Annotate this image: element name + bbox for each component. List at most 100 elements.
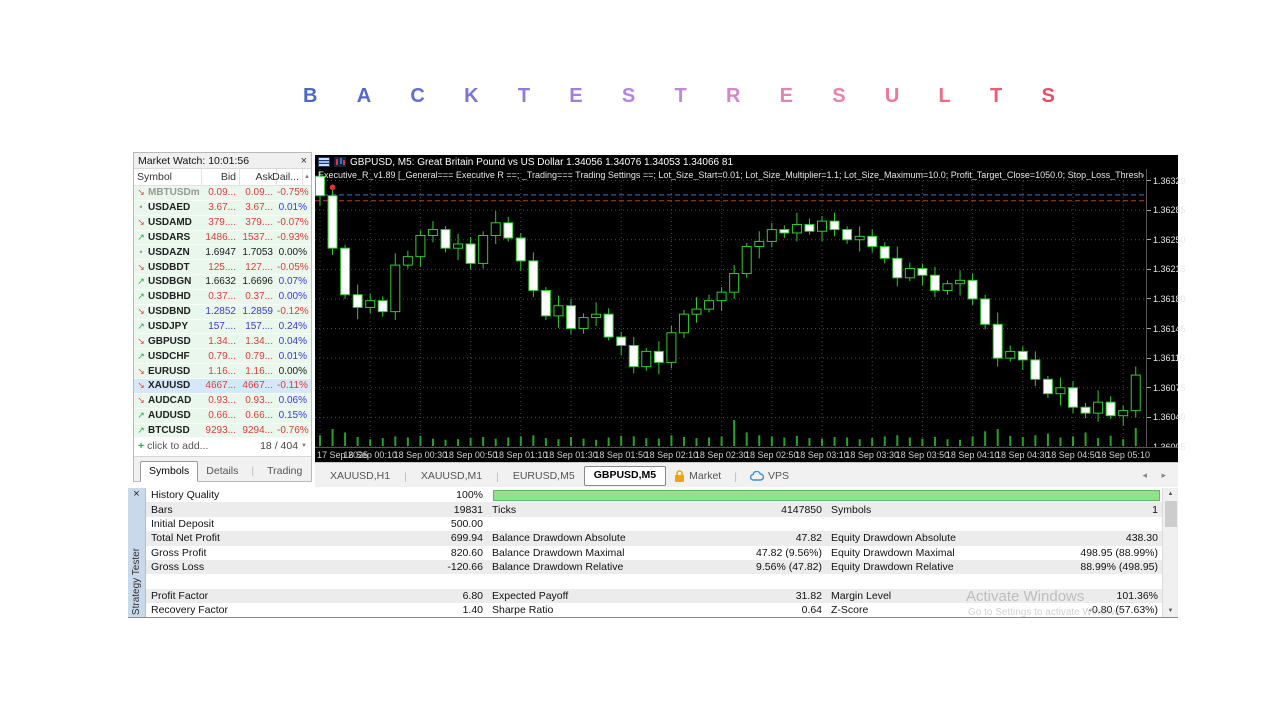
chart-tab-xauusd-m1[interactable]: XAUUSD,M1	[412, 467, 491, 487]
time-label: 18 Sep 04:10	[945, 450, 1000, 460]
market-watch-row-USDAZN[interactable]: • USDAZN 1.6947 1.7053 0.00%	[134, 245, 311, 261]
ask-value: 0.09...	[245, 187, 273, 199]
price-tick	[1147, 298, 1151, 300]
market-watch-row-USDBHD[interactable]: ↗ USDBHD 0.37... 0.37... 0.00%	[134, 289, 311, 305]
ask-value: 3.67...	[245, 202, 273, 214]
market-watch-row-BTCUSD[interactable]: ↗ BTCUSD 9293... 9294... -0.76%	[134, 423, 311, 439]
market-watch-row-XAUUSD[interactable]: ↘ XAUUSD 4667... 4667... -0.11%	[134, 378, 311, 394]
bid-value: 1486...	[205, 231, 236, 243]
symbol-name: USDBHD	[148, 291, 191, 303]
stat-label: Ticks	[492, 503, 517, 516]
down-trend-icon: ↘	[137, 380, 145, 391]
ask-value: 1.7053	[242, 246, 273, 258]
down-trend-icon: ↘	[137, 365, 145, 376]
market-watch-row-USDAED[interactable]: • USDAED 3.67... 3.67... 0.01%	[134, 200, 311, 216]
tab-market[interactable]: Market	[666, 467, 729, 487]
bid-value: 1.16...	[208, 365, 236, 377]
daily-change: -0.07%	[277, 217, 309, 229]
title-letter-14: S	[1041, 84, 1055, 107]
stat-label: Sharpe Ratio	[492, 604, 554, 617]
chart-symbol-icon	[334, 157, 346, 167]
strategy-tester-strip[interactable]: × Strategy Tester	[128, 488, 146, 617]
add-symbol-icon[interactable]: +	[138, 440, 144, 452]
stat-label: Equity Drawdown Maximal	[831, 546, 955, 559]
click-to-add[interactable]: click to add...	[147, 440, 208, 452]
market-watch-tab-symbols[interactable]: Symbols	[140, 461, 199, 482]
ask-value: 0.93...	[245, 395, 273, 407]
strategy-tester-panel: × Strategy Tester Activate Windows Go to…	[128, 488, 1178, 618]
market-watch-titlebar: Market Watch: 10:01:56 ×	[134, 153, 311, 169]
market-watch-row-MBTUSDm[interactable]: ↘ MBTUSDm 0.09... 0.09... -0.75%	[134, 186, 311, 201]
title-letter-6: S	[621, 84, 636, 107]
chart-tab-eurusd-m5[interactable]: EURUSD,M5	[504, 467, 584, 487]
stat-value: 1	[1152, 503, 1158, 516]
price-tick	[1147, 239, 1151, 241]
market-watch-row-USDCHF[interactable]: ↗ USDCHF 0.79... 0.79... 0.01%	[134, 349, 311, 365]
up-trend-icon: ↗	[137, 321, 145, 332]
market-watch-tab-details[interactable]: Details	[198, 462, 246, 481]
price-label: 1.36040	[1147, 412, 1186, 422]
scroll-down-icon[interactable]: ▼	[301, 443, 307, 449]
symbol-name: USDBND	[148, 306, 191, 318]
bid-value: 0.37...	[208, 291, 236, 303]
scroll-up-icon[interactable]: ▲	[303, 169, 311, 185]
bid-value: 1.34...	[208, 335, 236, 347]
daily-change: -0.11%	[277, 380, 308, 392]
ask-value: 9294...	[242, 424, 273, 436]
price-label: 1.36215	[1147, 264, 1186, 274]
daily-change: 0.01%	[278, 350, 307, 362]
chart-plot-area[interactable]: Executive_R_v1.89 [_General=== Executive…	[315, 169, 1186, 452]
title-letter-0: B	[303, 84, 318, 107]
tester-scroll-down-icon[interactable]: ▼	[1168, 605, 1174, 617]
market-watch-tab-trading[interactable]: Trading	[259, 462, 310, 481]
stat-label: Balance Drawdown Maximal	[492, 546, 625, 559]
time-axis[interactable]: 17 Sep 2025 18 Sep 00:10 18 Sep 00:30 18 Se…	[315, 447, 1178, 462]
tester-results-table: Activate Windows Go to Settings to activ…	[146, 488, 1162, 617]
market-watch-row-AUDUSD[interactable]: ↗ AUDUSD 0.66... 0.66... 0.15%	[134, 408, 311, 424]
market-watch-row-USDJPY[interactable]: ↗ USDJPY 157.... 157.... 0.24%	[134, 319, 311, 335]
market-watch-row-USDARS[interactable]: ↗ USDARS 1486... 1537... -0.93%	[134, 230, 311, 246]
chart-tab-gbpusd-m5[interactable]: GBPUSD,M5	[583, 466, 667, 486]
market-watch-row-AUDCAD[interactable]: ↘ AUDCAD 0.93... 0.93... 0.06%	[134, 393, 311, 409]
tester-row-gross-profit: Gross Profit 820.60 Balance Drawdown Maxim…	[146, 546, 1162, 560]
price-label: 1.36285	[1147, 205, 1186, 215]
tester-scroll-thumb[interactable]	[1164, 501, 1177, 527]
daily-change: 0.15%	[278, 410, 307, 422]
symbol-name: MBTUSDm	[148, 187, 200, 199]
bid-value: 9293...	[205, 424, 236, 436]
market-watch-row-USDBGN[interactable]: ↗ USDBGN 1.6632 1.6696 0.07%	[134, 275, 311, 290]
market-watch-close-icon[interactable]: ×	[301, 155, 307, 166]
tester-scroll-up-icon[interactable]: ▲	[1168, 488, 1174, 500]
market-watch-row-GBPUSD[interactable]: ↘ GBPUSD 1.34... 1.34... 0.04%	[134, 334, 311, 350]
trade-marker	[329, 184, 336, 191]
daily-change: -0.05%	[277, 261, 309, 273]
column-symbol[interactable]: Symbol	[134, 169, 202, 185]
tab-separator: |	[734, 471, 737, 483]
stat-label: History Quality	[151, 489, 220, 502]
title-letter-3: K	[464, 84, 479, 107]
market-watch-row-EURUSD[interactable]: ↘ EURUSD 1.16... 1.16... 0.00%	[134, 364, 311, 379]
tester-scrollbar[interactable]: ▲ ▼	[1162, 488, 1178, 617]
chart-tab-nav-arrows[interactable]: ◂ ▸	[1142, 470, 1172, 481]
symbol-name: USDCHF	[148, 350, 190, 362]
market-watch-row-USDAMD[interactable]: ↘ USDAMD 379.... 379.... -0.07%	[134, 215, 311, 231]
chart-tab-xauusd-h1[interactable]: XAUUSD,H1	[321, 467, 399, 487]
bid-value: 1.6947	[205, 246, 236, 258]
market-icon	[675, 470, 685, 482]
bid-value: 157....	[208, 321, 236, 333]
ask-value: 4667...	[242, 380, 273, 392]
daily-change: -0.93%	[277, 231, 309, 243]
column-bid[interactable]: Bid	[202, 169, 240, 185]
price-label: 1.36075	[1147, 383, 1186, 393]
time-label: 18 Sep 01:50	[594, 450, 648, 460]
bid-value: 4667...	[205, 380, 236, 392]
market-watch-row-USDBDT[interactable]: ↘ USDBDT 125.... 127.... -0.05%	[134, 260, 311, 276]
bid-value: 0.93...	[208, 395, 236, 407]
strategy-tester-close-icon[interactable]: ×	[133, 488, 139, 501]
stat-value: -120.66	[447, 561, 483, 574]
stat-value: 0.64	[801, 604, 822, 617]
price-scale[interactable]: 1.36320 1.36285 1.36250 1.36215 1.36180 1.361…	[1146, 169, 1186, 452]
column-daily[interactable]: Dail...	[272, 169, 303, 185]
tab-vps[interactable]: VPS	[742, 467, 797, 487]
market-watch-row-USDBND[interactable]: ↘ USDBND 1.2852 1.2859 -0.12%	[134, 304, 311, 320]
